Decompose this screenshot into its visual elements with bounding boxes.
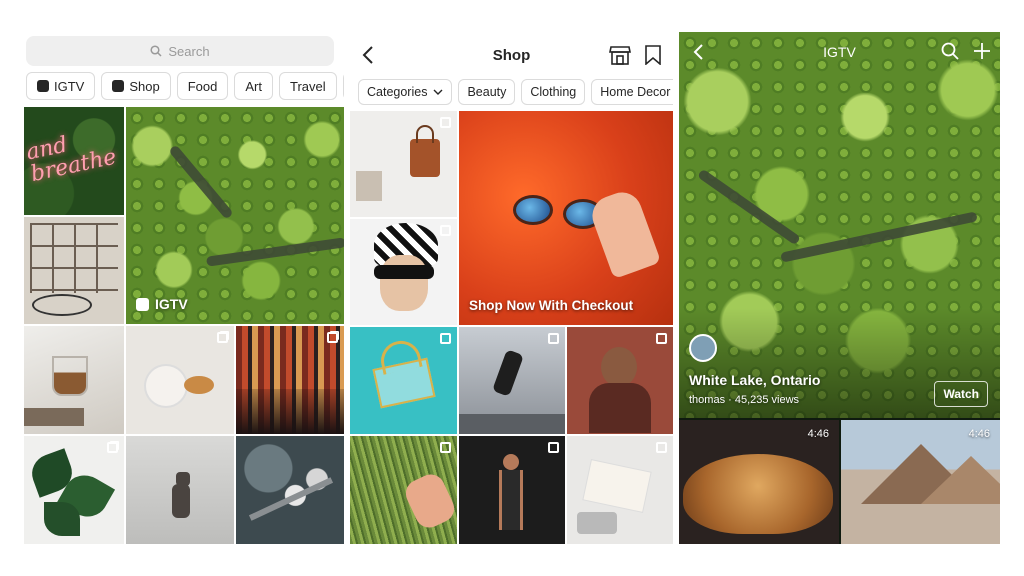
avatar[interactable] (689, 334, 717, 362)
shopping-bag-icon (548, 442, 559, 453)
page-title: IGTV (823, 44, 856, 60)
bookmark-icon[interactable] (645, 45, 661, 65)
shopping-bag-icon (440, 333, 451, 344)
shop-post-clear-bag[interactable] (350, 327, 457, 434)
shop-post-hexagon-table[interactable] (567, 436, 673, 544)
grid-post-neon[interactable]: and breathe (24, 107, 124, 215)
plus-icon[interactable] (973, 42, 991, 60)
search-placeholder: Search (168, 43, 210, 59)
category-chip-bar: Categories Beauty Clothing Home Decor (358, 79, 673, 105)
igtv-header: IGTV (679, 32, 1000, 72)
grid-post-aerial-city[interactable] (236, 436, 344, 544)
watch-button[interactable]: Watch (934, 381, 988, 407)
shop-header: Shop (350, 32, 673, 78)
chip-beauty[interactable]: Beauty (458, 79, 516, 105)
chevron-down-icon (433, 89, 443, 95)
page-title: Shop (492, 46, 531, 64)
grid-post-market[interactable] (236, 326, 344, 434)
video-meta: thomas · 45,235 views (689, 394, 800, 406)
chip-igtv[interactable]: IGTV (26, 72, 96, 100)
watch-label: Watch (943, 387, 979, 401)
video-duration: 4:46 (968, 428, 990, 440)
shop-post-featured-sunglasses[interactable]: Shop Now With Checkout (459, 111, 673, 325)
grid-post-dog[interactable] (126, 436, 234, 544)
carousel-icon (107, 442, 118, 453)
carousel-icon (327, 332, 338, 343)
shop-post-tote-bag[interactable] (350, 111, 457, 217)
search-icon (150, 45, 162, 57)
neon-sign-text: and breathe (24, 132, 119, 188)
shop-post-headscarf[interactable] (350, 219, 457, 325)
igtv-icon (136, 297, 149, 311)
back-chevron-icon[interactable] (362, 46, 374, 64)
carousel-icon (217, 332, 228, 343)
shopping-bag-icon (112, 80, 125, 92)
topic-chip-bar: IGTV Shop Food Art Travel Ar (26, 72, 344, 100)
shopping-bag-icon (656, 442, 667, 453)
chip-categories[interactable]: Categories (358, 79, 453, 105)
shop-post-studio-fitness[interactable] (459, 436, 565, 544)
chip-label: Food (187, 78, 218, 94)
storefront-icon[interactable] (609, 45, 631, 65)
shop-post-grass-sunglasses[interactable] (350, 436, 457, 544)
search-icon[interactable] (941, 42, 959, 60)
checkout-caption: Shop Now With Checkout (469, 298, 634, 313)
chip-label: IGTV (54, 78, 85, 94)
igtv-thumbnail-bread[interactable]: 4:46 (679, 420, 839, 544)
shopping-bag-icon (656, 333, 667, 344)
shopping-bag-icon (440, 225, 451, 236)
igtv-featured-video[interactable] (679, 32, 1000, 418)
igtv-screen: IGTV White Lake, Ontario thomas · 45,235… (679, 32, 1000, 544)
chip-architecture[interactable]: Ar (342, 72, 344, 100)
explore-grid: and breathe IGTV (24, 107, 344, 544)
grid-post-plant[interactable] (24, 436, 124, 544)
back-chevron-icon[interactable] (693, 44, 703, 60)
shopping-bag-icon (440, 442, 451, 453)
chip-clothing[interactable]: Clothing (521, 79, 586, 105)
grid-post-coffee[interactable] (24, 326, 124, 434)
explore-screen: Search IGTV Shop Food Art Travel Ar and … (24, 32, 344, 544)
chip-label: Shop (129, 78, 160, 94)
chip-food[interactable]: Food (176, 72, 229, 100)
grid-post-shelves[interactable] (24, 217, 124, 324)
shop-post-jumping[interactable] (459, 327, 565, 434)
igtv-thumbnail-mountains[interactable]: 4:46 (841, 420, 1000, 544)
chip-home-decor[interactable]: Home Decor (591, 79, 673, 105)
video-title: White Lake, Ontario (689, 372, 821, 388)
shop-screen: Shop Categories Beauty Clothing Home Dec… (350, 32, 673, 544)
igtv-icon (37, 80, 49, 92)
video-duration: 4:46 (807, 428, 829, 440)
igtv-badge: IGTV (136, 296, 188, 312)
grid-post-igtv-featured[interactable]: IGTV (126, 107, 344, 324)
shopping-bag-icon (548, 333, 559, 344)
chip-label: Categories (367, 85, 428, 99)
shopping-bag-icon (440, 117, 451, 128)
chip-label: Home Decor (600, 85, 671, 99)
chip-label: Beauty (467, 85, 507, 99)
chip-travel[interactable]: Travel (278, 72, 337, 100)
shop-post-portrait[interactable] (567, 327, 673, 434)
search-input[interactable]: Search (26, 36, 334, 66)
chip-label: Travel (289, 78, 326, 94)
chip-shop[interactable]: Shop (101, 72, 171, 100)
chip-label: Art (245, 78, 262, 94)
chip-art[interactable]: Art (234, 72, 273, 100)
chip-label: Clothing (530, 85, 577, 99)
grid-post-breakfast[interactable] (126, 326, 234, 434)
